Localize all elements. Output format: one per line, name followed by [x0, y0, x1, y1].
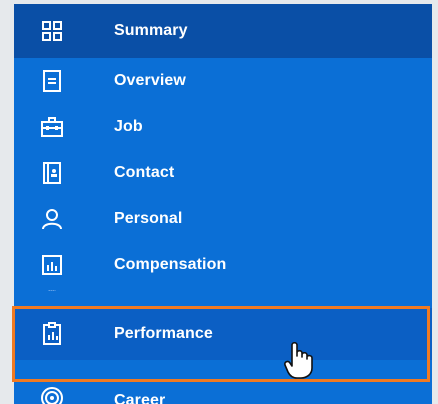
contact-book-icon	[43, 162, 61, 184]
nav-item-compensation[interactable]: Compensation	[14, 242, 432, 288]
nav-item-label: Career	[114, 392, 166, 404]
clipboard-chart-icon	[43, 322, 61, 345]
nav-item-performance[interactable]: Performance	[14, 308, 432, 360]
hand-pointer-icon	[284, 341, 313, 379]
nav-item-label: Job	[114, 118, 143, 135]
grid-icon	[42, 21, 62, 41]
nav-item-job[interactable]: Job	[14, 104, 432, 150]
partially-hidden-item	[14, 288, 432, 308]
side-navigation: Summary Overview Job Contact Personal Co…	[14, 4, 432, 404]
nav-item-label: Overview	[114, 72, 186, 89]
nav-item-label: Summary	[114, 22, 188, 39]
app-frame: Summary Overview Job Contact Personal Co…	[0, 0, 438, 404]
nav-item-label: Personal	[114, 210, 183, 227]
target-icon	[41, 387, 63, 404]
briefcase-icon	[41, 117, 63, 137]
nav-item-label: Compensation	[114, 256, 227, 273]
person-icon	[42, 209, 62, 230]
nav-item-overview[interactable]: Overview	[14, 58, 432, 104]
partial-icon	[48, 290, 56, 291]
nav-item-career[interactable]: Career	[14, 360, 432, 404]
nav-item-label: Contact	[114, 164, 175, 181]
nav-item-label: Performance	[114, 325, 213, 342]
nav-item-summary[interactable]: Summary	[14, 4, 432, 58]
bar-chart-icon	[42, 255, 62, 275]
nav-item-personal[interactable]: Personal	[14, 196, 432, 242]
nav-item-contact[interactable]: Contact	[14, 150, 432, 196]
document-icon	[43, 70, 61, 92]
